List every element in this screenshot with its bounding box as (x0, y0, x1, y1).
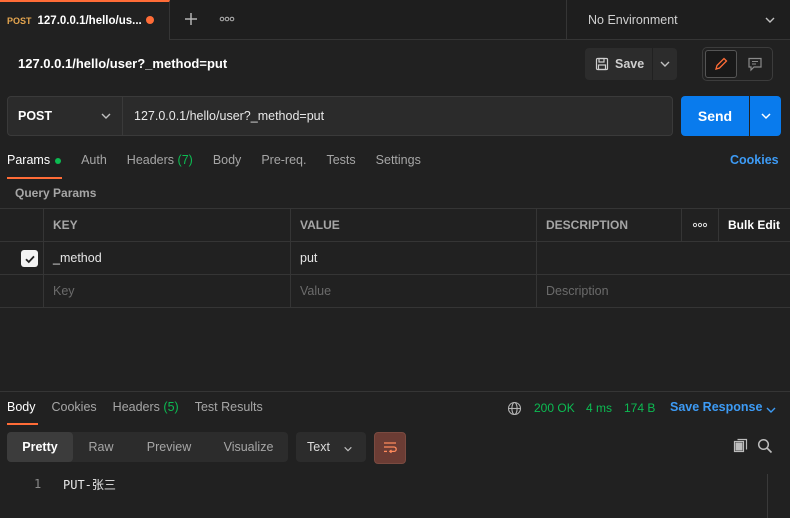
comment-icon (747, 56, 763, 72)
view-mode-selector: Pretty Raw Preview Visualize (7, 432, 288, 462)
pencil-icon (713, 56, 729, 72)
table-row-empty: Key Value Description (0, 274, 790, 307)
response-headers-label: Headers (112, 400, 160, 414)
tab-auth[interactable]: Auth (81, 153, 107, 167)
send-label: Send (697, 108, 733, 124)
table-header-row: KEY VALUE DESCRIPTION Bulk Edit (0, 208, 790, 241)
save-icon (595, 57, 609, 71)
cookies-link[interactable]: Cookies (730, 153, 779, 167)
param-key[interactable]: _method (43, 242, 290, 274)
search-icon[interactable] (757, 438, 773, 454)
wrap-lines-button[interactable] (374, 432, 406, 464)
tab-headers[interactable]: Headers (7) (127, 153, 193, 167)
new-tab-plus-icon[interactable] (182, 10, 200, 28)
column-header-key: KEY (43, 209, 290, 241)
response-size[interactable]: 174 B (624, 401, 655, 415)
view-pretty[interactable]: Pretty (7, 432, 73, 462)
chevron-down-icon (659, 58, 671, 70)
copy-icon[interactable] (733, 438, 749, 454)
column-header-value: VALUE (290, 209, 536, 241)
value-placeholder[interactable]: Value (290, 275, 536, 307)
format-select[interactable]: Text (296, 432, 366, 462)
active-dot-icon (55, 157, 62, 164)
comments-button[interactable] (742, 52, 768, 76)
environment-label: No Environment (588, 13, 678, 27)
unsaved-dot-icon (146, 16, 154, 24)
response-body-line: PUT-张三 (63, 478, 116, 492)
method-label: POST (18, 109, 53, 123)
save-response-button[interactable]: Save Response (670, 400, 762, 414)
tab-method-label: POST (7, 16, 32, 26)
view-visualize[interactable]: Visualize (209, 432, 288, 462)
save-options-button[interactable] (653, 48, 677, 80)
edit-mode-button[interactable] (705, 50, 737, 78)
chevron-down-icon (343, 444, 353, 454)
view-raw[interactable]: Raw (73, 432, 129, 462)
more-tabs-icon[interactable] (219, 16, 235, 22)
description-placeholder[interactable]: Description (536, 275, 790, 307)
status-badge[interactable]: 200 OK (534, 401, 575, 415)
column-header-description: DESCRIPTION (536, 209, 681, 241)
send-button[interactable]: Send (681, 96, 749, 136)
row-checkbox[interactable] (21, 250, 38, 267)
url-text: 127.0.0.1/hello/user?_method=put (134, 109, 325, 123)
response-scrollbar[interactable] (767, 474, 780, 518)
table-row: _method put (0, 241, 790, 274)
key-placeholder[interactable]: Key (43, 275, 290, 307)
globe-icon[interactable] (507, 401, 522, 416)
wrap-lines-icon (382, 441, 398, 455)
format-label: Text (307, 440, 330, 454)
chevron-down-icon[interactable] (765, 404, 777, 416)
tab-body[interactable]: Body (213, 153, 242, 167)
response-tabs: Body Cookies Headers (5) Test Results (7, 400, 279, 414)
tab-title: 127.0.0.1/hello/us... (37, 15, 142, 27)
response-tab-cookies[interactable]: Cookies (52, 400, 97, 414)
more-options-icon (692, 222, 708, 228)
request-tab[interactable]: POST 127.0.0.1/hello/us... (0, 0, 170, 40)
save-button[interactable]: Save (585, 48, 652, 80)
chevron-down-icon (100, 110, 112, 122)
tab-tests[interactable]: Tests (326, 153, 355, 167)
param-description[interactable] (536, 242, 790, 274)
query-params-title: Query Params (15, 186, 97, 200)
request-title[interactable]: 127.0.0.1/hello/user?_method=put (18, 56, 227, 71)
tab-settings[interactable]: Settings (376, 153, 421, 167)
url-input[interactable]: 127.0.0.1/hello/user?_method=put (123, 96, 673, 136)
bulk-edit-button[interactable]: Bulk Edit (718, 209, 790, 241)
param-value[interactable]: put (290, 242, 536, 274)
tab-headers-label: Headers (126, 153, 175, 167)
line-number: 1 (34, 477, 42, 491)
environment-selector[interactable]: No Environment (566, 0, 790, 40)
headers-count: (7) (177, 153, 193, 167)
response-time[interactable]: 4 ms (586, 401, 612, 415)
response-tab-body[interactable]: Body (7, 400, 36, 414)
tab-params-label: Params (7, 153, 51, 167)
checkmark-icon (24, 253, 36, 265)
chevron-down-icon (760, 110, 772, 122)
view-preview[interactable]: Preview (129, 432, 209, 462)
tab-params[interactable]: Params (7, 153, 62, 167)
column-options-button[interactable] (681, 209, 718, 241)
active-tab-indicator (7, 177, 62, 179)
save-label: Save (615, 57, 645, 71)
send-options-button[interactable] (750, 96, 781, 136)
response-headers-count: (5) (163, 400, 179, 414)
response-tab-headers[interactable]: Headers (5) (113, 400, 179, 414)
active-response-tab-indicator (7, 423, 38, 425)
request-tabs: Params Auth Headers (7) Body Pre-req. Te… (7, 152, 441, 168)
tab-prereq[interactable]: Pre-req. (261, 153, 306, 167)
chevron-down-icon (764, 14, 776, 26)
response-tab-test-results[interactable]: Test Results (195, 400, 263, 414)
table-bottom-border (0, 307, 790, 308)
